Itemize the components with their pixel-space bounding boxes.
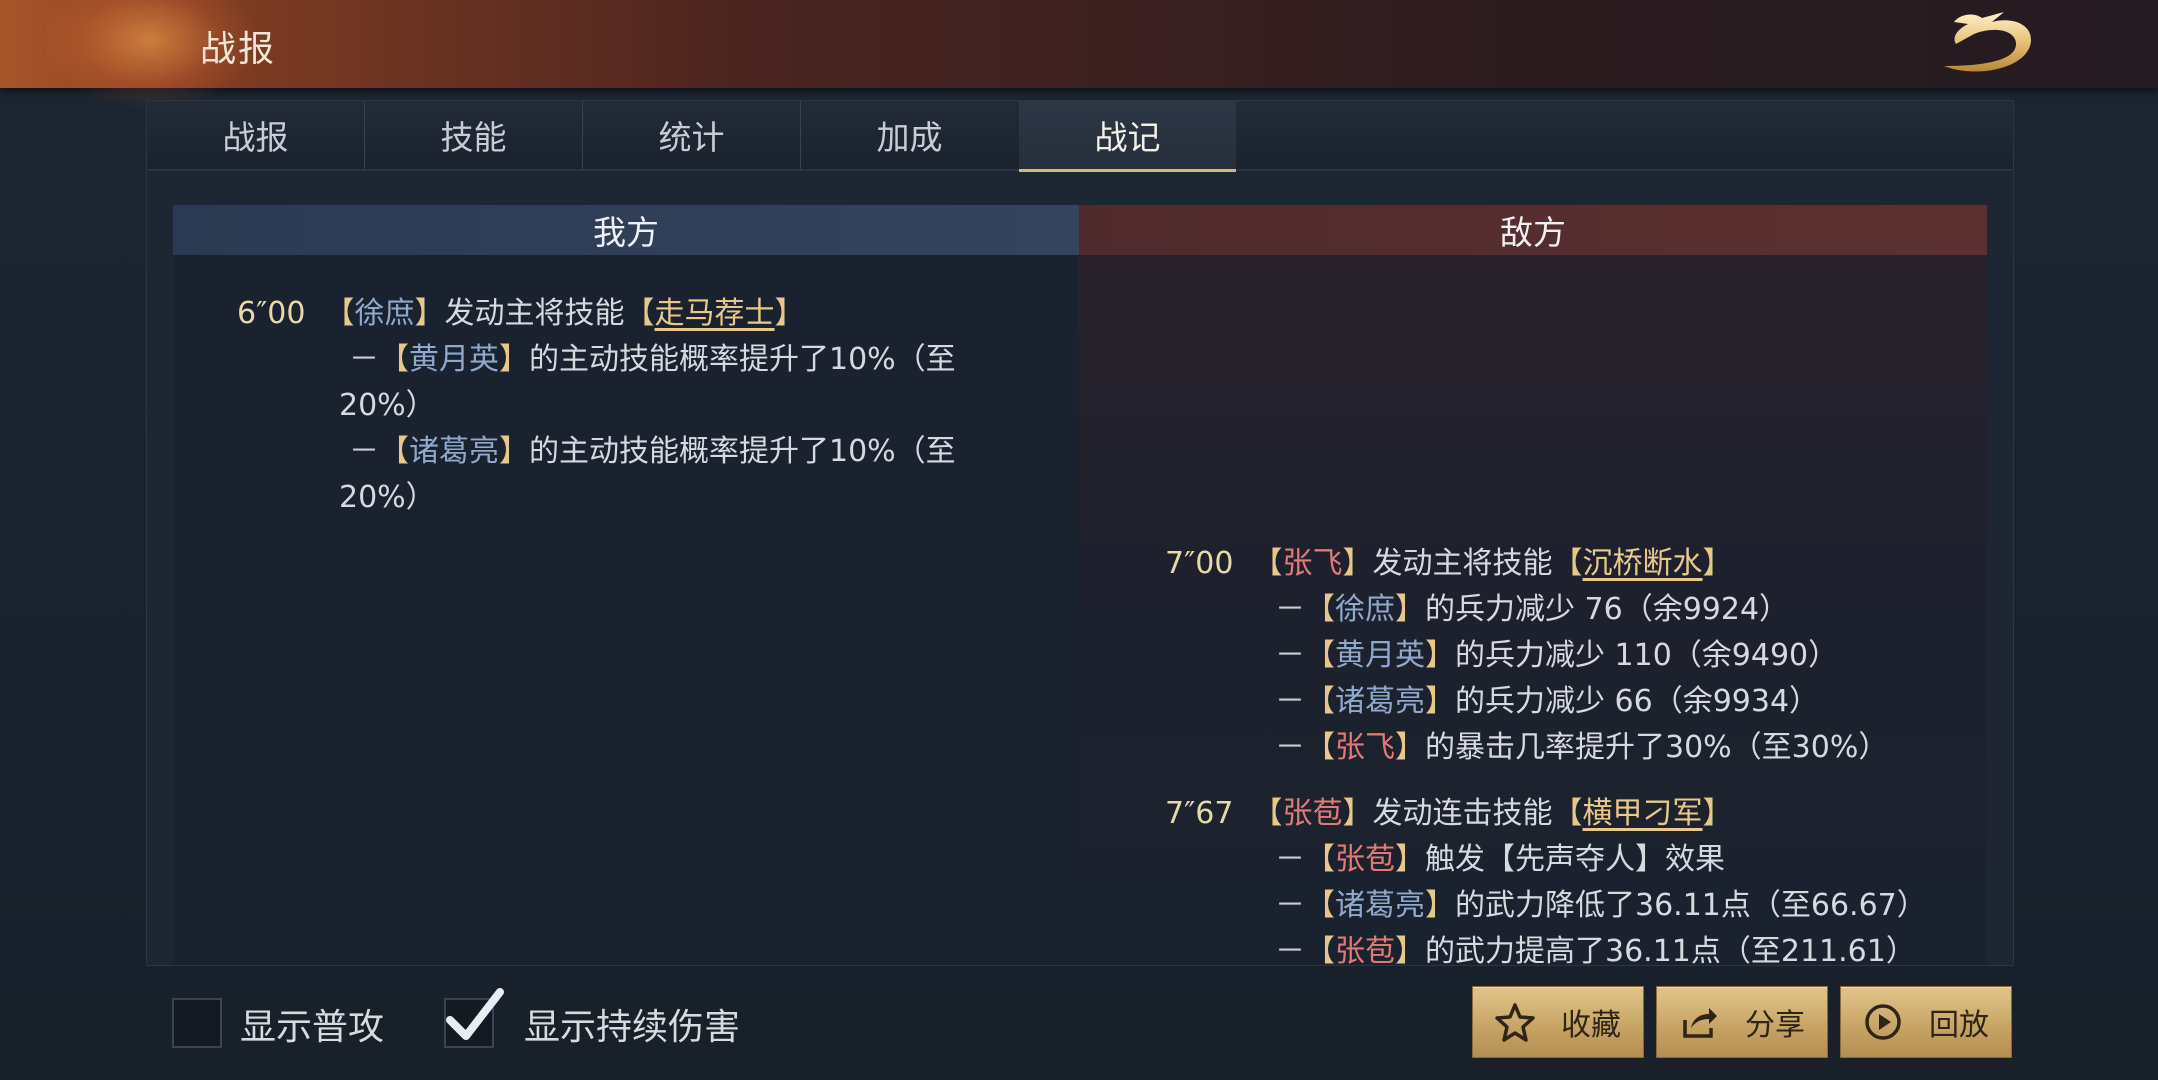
- log-action: 发动主将技能: [444, 296, 625, 331]
- log-subline: －【张苞】触发【先声夺人】效果: [1275, 842, 1725, 877]
- battle-log-content[interactable]: 我方 敌方 6″00 【徐庶】发动主将技能【走马荐士】 －【黄月英】的主动技能概…: [173, 205, 1987, 965]
- log-detail: 的武力提高了36.11点（至211.61）: [1425, 934, 1916, 965]
- log-detail: 的暴击几率提升了30%（至30%）: [1425, 730, 1889, 765]
- log-action: 发动连击技能: [1372, 796, 1553, 831]
- battle-record-panel: 战报 技能 统计 加成 战记 我方 敌方 6″00 【徐庶】发动主将技能【走马荐…: [146, 100, 2014, 966]
- log-detail: 的武力降低了36.11点（至66.67）: [1455, 888, 1927, 923]
- target-name: 诸葛亮: [409, 434, 499, 469]
- show-normal-attack-checkbox[interactable]: [172, 998, 222, 1048]
- skill-link[interactable]: 横甲刁军: [1583, 796, 1703, 831]
- checkmark-icon: [446, 988, 504, 1040]
- favorite-label: 收藏: [1561, 1008, 1621, 1043]
- log-subline: －【徐庶】的兵力减少 76（余9924）: [1275, 592, 1790, 627]
- log-entry: 6″00 【徐庶】发动主将技能【走马荐士】: [237, 291, 805, 337]
- enemy-side-header: 敌方: [1079, 205, 1987, 255]
- tab-battle-report[interactable]: 战报: [147, 101, 365, 169]
- play-icon: [1865, 1004, 1901, 1040]
- target-name: 张苞: [1335, 842, 1395, 877]
- share-icon: [1683, 1008, 1717, 1038]
- log-action: 发动主将技能: [1372, 546, 1553, 581]
- log-subline: －【诸葛亮】的武力降低了36.11点（至66.67）: [1275, 888, 1927, 923]
- replay-label: 回放: [1929, 1008, 1989, 1043]
- log-time: 7″67: [1165, 796, 1234, 831]
- log-detail: 的主动技能概率提升了10%（至: [529, 434, 956, 469]
- star-icon: [1495, 1003, 1535, 1042]
- tab-bar: 战报 技能 统计 加成 战记: [147, 101, 2013, 172]
- actor-name: 张飞: [1282, 546, 1343, 581]
- target-name: 诸葛亮: [1335, 684, 1425, 719]
- target-name: 诸葛亮: [1335, 888, 1425, 923]
- actor-name: 徐庶: [354, 296, 415, 331]
- tab-bonus[interactable]: 加成: [801, 101, 1018, 169]
- replay-button[interactable]: 回放: [1840, 986, 2012, 1058]
- log-detail: 的兵力减少 76（余9924）: [1425, 592, 1790, 627]
- show-dot-checkbox[interactable]: [444, 988, 504, 1048]
- favorite-button[interactable]: 收藏: [1472, 986, 1644, 1058]
- log-subline-wrap: 20%）: [339, 388, 436, 423]
- tab-statistics[interactable]: 统计: [583, 101, 801, 169]
- target-name: 张苞: [1335, 934, 1395, 965]
- log-entry: 7″67 【张苞】发动连击技能【横甲刁军】: [1165, 791, 1733, 837]
- log-subline: －【张苞】的武力提高了36.11点（至211.61）: [1275, 929, 1916, 965]
- log-time: 7″00: [1165, 546, 1234, 581]
- our-side-header: 我方: [173, 205, 1079, 255]
- show-normal-attack-label[interactable]: 显示普攻: [240, 998, 384, 1050]
- log-subline: －【诸葛亮】的主动技能概率提升了10%（至: [349, 434, 956, 469]
- dragon-logo-icon[interactable]: [1934, 8, 2038, 80]
- log-detail: 的主动技能概率提升了10%（至: [529, 342, 956, 377]
- page-title: 战报: [200, 29, 277, 70]
- target-name: 黄月英: [1335, 638, 1425, 673]
- log-subline-wrap: 20%）: [339, 480, 436, 515]
- log-entry: 7″00 【张飞】发动主将技能【沉桥断水】: [1165, 541, 1733, 587]
- top-bar: 战报: [0, 0, 2158, 110]
- log-subline: －【黄月英】的主动技能概率提升了10%（至: [349, 342, 956, 377]
- target-name: 徐庶: [1335, 592, 1395, 627]
- show-dot-label[interactable]: 显示持续伤害: [524, 998, 740, 1050]
- log-detail: 的兵力减少 66（余9934）: [1455, 684, 1820, 719]
- log-detail: 的兵力减少 110（余9490）: [1455, 638, 1839, 673]
- log-time: 6″00: [237, 296, 306, 331]
- actor-name: 张苞: [1282, 796, 1343, 831]
- tab-battle-log[interactable]: 战记: [1019, 101, 1236, 172]
- log-subline: －【诸葛亮】的兵力减少 66（余9934）: [1275, 684, 1820, 719]
- tab-skills[interactable]: 技能: [365, 101, 583, 169]
- share-label: 分享: [1745, 1008, 1805, 1043]
- skill-link[interactable]: 沉桥断水: [1583, 546, 1703, 581]
- target-name: 张飞: [1335, 730, 1395, 765]
- log-detail: 触发【先声夺人】效果: [1425, 842, 1725, 877]
- share-button[interactable]: 分享: [1656, 986, 1828, 1058]
- target-name: 黄月英: [409, 342, 499, 377]
- log-subline: －【黄月英】的兵力减少 110（余9490）: [1275, 638, 1839, 673]
- skill-link[interactable]: 走马荐士: [655, 296, 775, 331]
- log-subline: －【张飞】的暴击几率提升了30%（至30%）: [1275, 730, 1889, 765]
